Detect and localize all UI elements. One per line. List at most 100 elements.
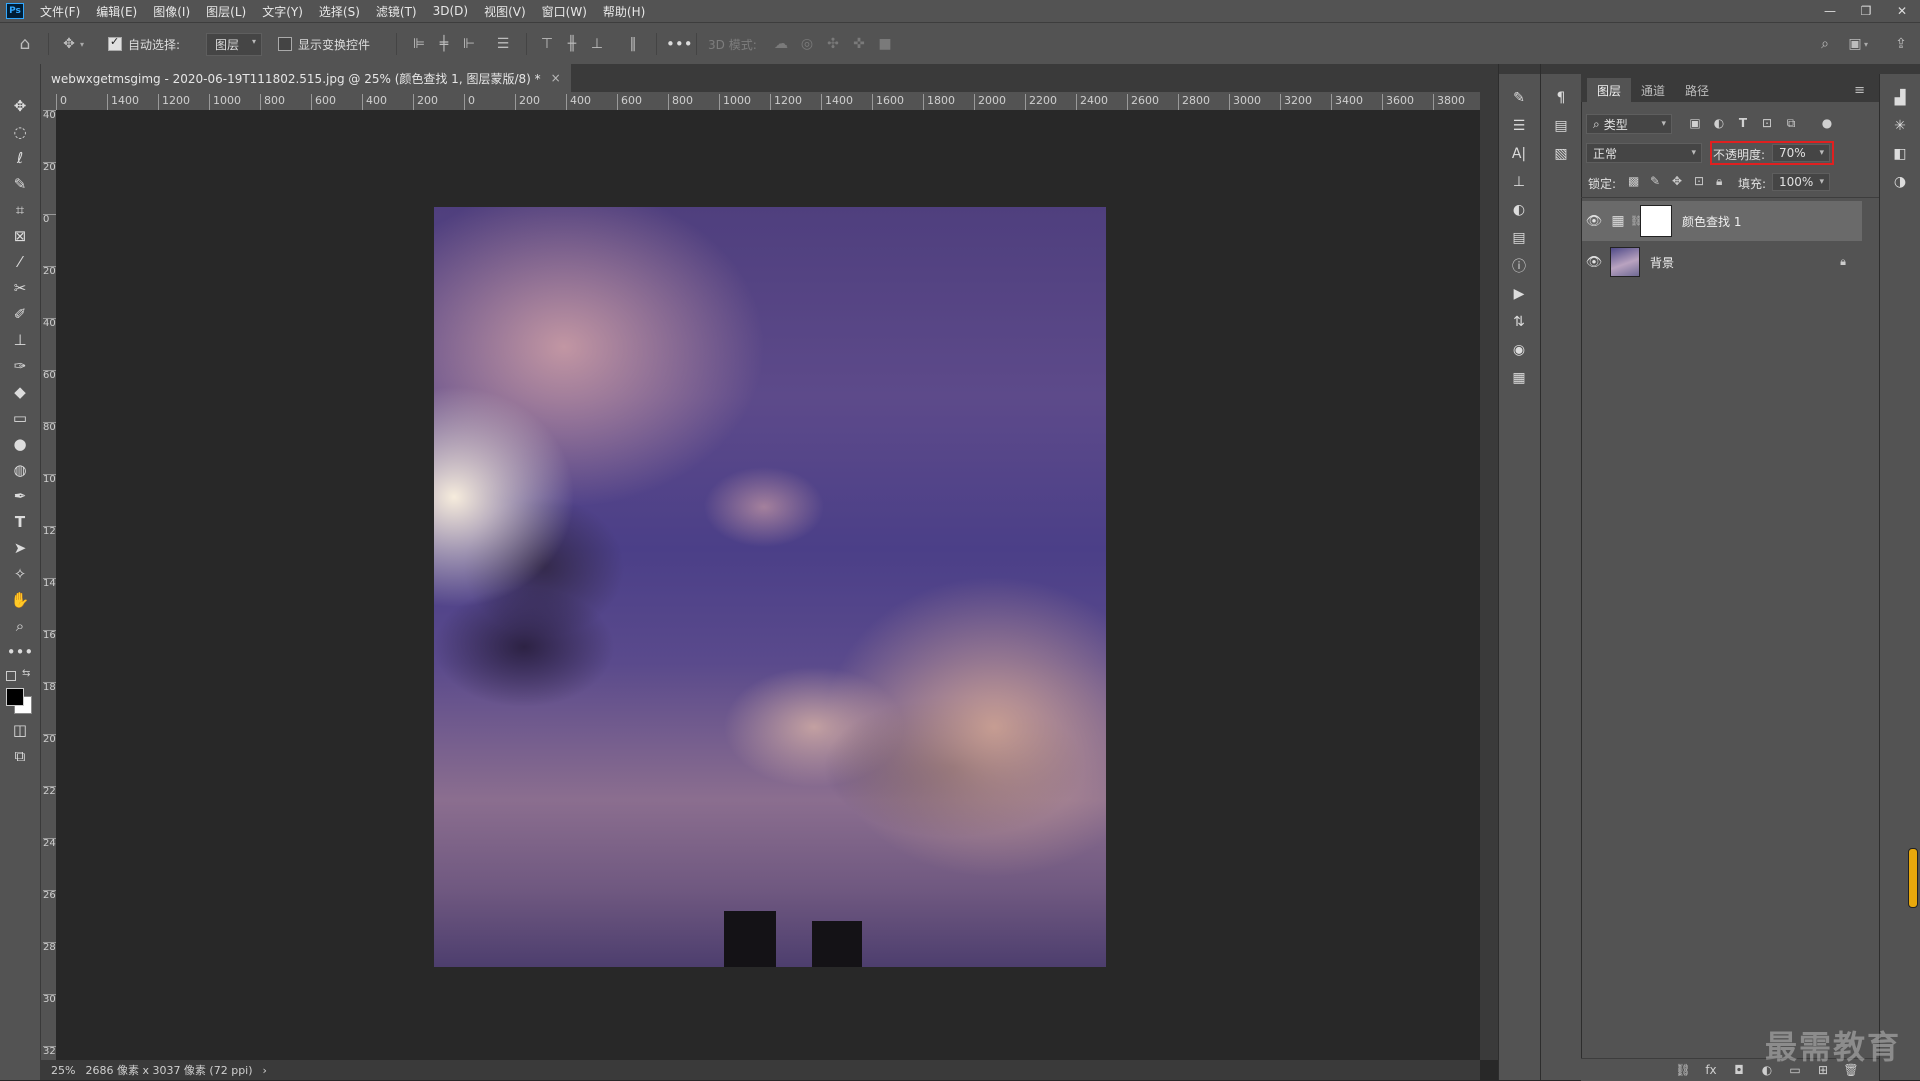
- search-icon[interactable]: ⌕: [1816, 23, 1834, 65]
- layer-mask-thumbnail[interactable]: [1640, 205, 1672, 237]
- restore-button[interactable]: ❐: [1848, 0, 1884, 22]
- lock-transparent-icon[interactable]: ▩: [1628, 174, 1639, 188]
- hand-tool-icon[interactable]: ✋: [8, 588, 32, 612]
- paragraph-icon[interactable]: ¶: [1551, 88, 1571, 108]
- dock-collapse-bar[interactable]: [1499, 64, 1541, 74]
- lock-all-icon[interactable]: 🔒︎: [1716, 174, 1722, 189]
- quick-mask-icon[interactable]: ◫: [8, 718, 32, 742]
- brush-tool-icon[interactable]: ✐: [8, 302, 32, 326]
- marquee-tool-icon[interactable]: ◌: [8, 120, 32, 144]
- type-tool-icon[interactable]: T: [8, 510, 32, 534]
- actions-icon[interactable]: ▶: [1509, 284, 1529, 304]
- visibility-eye-icon[interactable]: 👁︎: [1582, 242, 1606, 282]
- properties-icon[interactable]: ▤: [1551, 116, 1571, 136]
- default-colors-icon[interactable]: [6, 671, 16, 681]
- shapes-icon[interactable]: ◐: [1509, 200, 1529, 220]
- libraries-icon[interactable]: ▤: [1509, 228, 1529, 248]
- vertical-ruler[interactable]: 4002000200400600800100012001400160018002…: [41, 110, 57, 1060]
- link-icon[interactable]: ⛓︎: [1630, 216, 1643, 227]
- notes-icon[interactable]: ▧: [1551, 144, 1571, 164]
- move-tool-icon[interactable]: ✥: [8, 94, 32, 118]
- adjustments-icon[interactable]: ☰: [1509, 116, 1529, 136]
- blend-mode-dropdown[interactable]: 正常 ▾: [1586, 143, 1702, 163]
- panel-collapse-bar[interactable]: [1581, 64, 1879, 74]
- fill-input[interactable]: 100% ▾: [1772, 173, 1830, 191]
- layer-row-background[interactable]: 👁︎ 背景 🔒︎: [1582, 242, 1862, 282]
- menu-3d[interactable]: 3D(D): [425, 4, 476, 18]
- grid-icon[interactable]: ▦: [1509, 368, 1529, 388]
- link-icon[interactable]: ⛓︎: [1669, 1063, 1697, 1077]
- opacity-input[interactable]: 70% ▾: [1772, 144, 1830, 162]
- zoom-tool-icon[interactable]: ⌕: [8, 614, 32, 638]
- lock-image-icon[interactable]: ✎: [1650, 174, 1660, 188]
- ruler-origin[interactable]: [41, 92, 56, 110]
- menu-filter[interactable]: 滤镜(T): [368, 3, 425, 20]
- filter-shape-icon[interactable]: ⊡: [1758, 114, 1776, 132]
- navigator-icon[interactable]: ✳: [1890, 116, 1910, 136]
- lasso-tool-icon[interactable]: ℓ: [8, 146, 32, 170]
- panel-menu-icon[interactable]: ≡: [1844, 78, 1875, 102]
- status-arrow-icon[interactable]: ›: [253, 1064, 267, 1077]
- color-icon[interactable]: ◑: [1890, 172, 1910, 192]
- eraser-tool-icon[interactable]: ◆: [8, 380, 32, 404]
- fx-icon[interactable]: fx: [1697, 1063, 1725, 1077]
- move-tool-preset-icon[interactable]: ✥ ▾: [60, 23, 84, 65]
- horizontal-ruler[interactable]: 0 1400 1200 1000 800 600 400 200 0 200 400 600 800 10…: [56, 92, 1480, 111]
- menu-help[interactable]: 帮助(H): [595, 3, 653, 20]
- gradient-tool-icon[interactable]: ▭: [8, 406, 32, 430]
- info-icon[interactable]: ⓘ: [1509, 256, 1529, 276]
- align-top-icon[interactable]: ⊤: [538, 23, 556, 65]
- menu-edit[interactable]: 编辑(E): [88, 3, 145, 20]
- clone-stamp-tool-icon[interactable]: ⊥: [8, 328, 32, 352]
- visibility-eye-icon[interactable]: 👁︎: [1582, 201, 1606, 241]
- lock-position-icon[interactable]: ✥: [1672, 174, 1682, 188]
- tab-paths[interactable]: 路径: [1675, 78, 1719, 102]
- align-right-icon[interactable]: ⊩: [460, 23, 478, 65]
- zoom-level[interactable]: 25%: [41, 1064, 75, 1077]
- tab-channels[interactable]: 通道: [1631, 78, 1675, 102]
- document-tab[interactable]: webwxgetmsgimg - 2020-06-19T111802.515.j…: [41, 64, 571, 92]
- pen-tool-icon[interactable]: ✒: [8, 484, 32, 508]
- filter-toggle-icon[interactable]: ●: [1818, 114, 1836, 132]
- lock-icon[interactable]: 🔒︎: [1840, 255, 1846, 269]
- 3d-pan-icon[interactable]: ✣: [824, 23, 842, 65]
- document-image[interactable]: [434, 207, 1106, 967]
- mask-icon[interactable]: ◘: [1725, 1063, 1753, 1077]
- 3d-roll-icon[interactable]: ◎: [798, 23, 816, 65]
- home-icon[interactable]: ⌂: [16, 23, 34, 65]
- distribute-vertical-icon[interactable]: ☰: [494, 23, 512, 65]
- history-brush-tool-icon[interactable]: ✑: [8, 354, 32, 378]
- character-icon[interactable]: A|: [1509, 144, 1529, 164]
- filter-pixel-icon[interactable]: ▣: [1686, 114, 1704, 132]
- more-options-button[interactable]: •••: [666, 23, 693, 65]
- foreground-color-swatch[interactable]: [6, 688, 24, 706]
- frame-tool-icon[interactable]: ⊠: [8, 224, 32, 248]
- close-button[interactable]: ✕: [1884, 0, 1920, 22]
- 3d-scale-icon[interactable]: ■: [876, 23, 894, 65]
- quick-selection-tool-icon[interactable]: ✎: [8, 172, 32, 196]
- menu-image[interactable]: 图像(I): [145, 3, 198, 20]
- minimize-button[interactable]: —: [1812, 0, 1848, 22]
- menu-view[interactable]: 视图(V): [476, 3, 534, 20]
- share-icon[interactable]: ⇪: [1892, 23, 1910, 65]
- history-icon[interactable]: ⇅: [1509, 312, 1529, 332]
- crop-tool-icon[interactable]: ⌗: [8, 198, 32, 222]
- panel-collapse-bar[interactable]: [1879, 64, 1920, 74]
- screen-mode-icon[interactable]: ⧉: [8, 744, 32, 768]
- auto-select-checkbox[interactable]: 自动选择:: [108, 23, 180, 65]
- 3d-panel-icon[interactable]: ◉: [1509, 340, 1529, 360]
- filter-adjustment-icon[interactable]: ◐: [1710, 114, 1728, 132]
- dock-collapse-bar[interactable]: [1541, 64, 1581, 74]
- align-hcenter-icon[interactable]: ╪: [435, 23, 453, 65]
- edit-toolbar-icon[interactable]: •••: [7, 640, 34, 664]
- close-document-icon[interactable]: ×: [551, 71, 561, 85]
- scroll-slider-handle[interactable]: [1908, 848, 1918, 908]
- layer-filter-kind-dropdown[interactable]: ⌕ 类型 ▾: [1586, 114, 1672, 134]
- brush-settings-icon[interactable]: ✎: [1509, 88, 1529, 108]
- 3d-orbit-icon[interactable]: ☁: [772, 23, 790, 65]
- filter-type-icon[interactable]: T: [1734, 114, 1752, 132]
- clone-source-icon[interactable]: ⊥: [1509, 172, 1529, 192]
- menu-window[interactable]: 窗口(W): [534, 3, 595, 20]
- align-bottom-icon[interactable]: ⊥: [588, 23, 606, 65]
- menu-layer[interactable]: 图层(L): [198, 3, 254, 20]
